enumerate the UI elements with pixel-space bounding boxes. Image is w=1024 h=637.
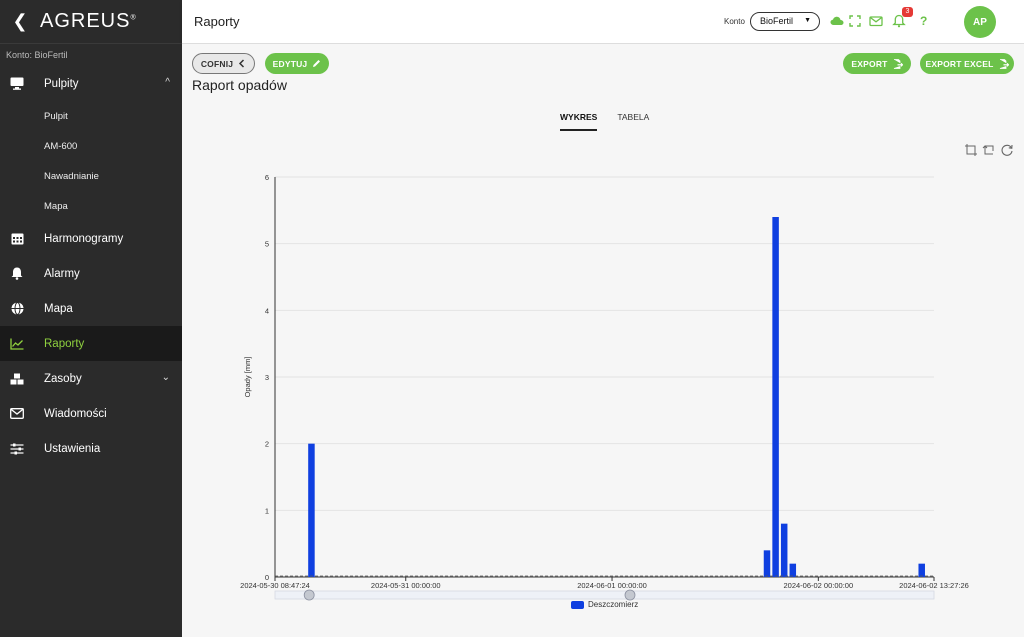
file-export-icon	[893, 58, 903, 69]
sidebar-item-label: Wiadomości	[44, 407, 107, 420]
chevron-left-icon	[239, 59, 245, 68]
collapse-sidebar-icon[interactable]: ❮	[0, 11, 40, 32]
sidebar-item-zasoby[interactable]: Zasoby ⌄	[0, 361, 182, 396]
zoom-handle-left[interactable]	[303, 589, 315, 601]
y-tick-label: 1	[265, 506, 269, 515]
sidebar-item-wiadomosci[interactable]: Wiadomości	[0, 396, 182, 431]
zoom-handle-right[interactable]	[624, 589, 636, 601]
globe-icon	[10, 302, 24, 316]
data-zoom-track	[274, 590, 935, 600]
sidebar-item-pulpity[interactable]: Pulpity ^	[0, 66, 182, 101]
sidebar-item-label: Zasoby	[44, 372, 82, 385]
sidebar-item-label: Pulpity	[44, 77, 79, 90]
sidebar-item-ustawienia[interactable]: Ustawienia	[0, 431, 182, 466]
logo: AGREUS®	[40, 10, 137, 32]
export-button-label: EXPORT	[851, 58, 888, 69]
chart-toolbox	[964, 143, 1014, 157]
sidebar: ❮ AGREUS® Konto: BioFertil Pulpity ^ Pul…	[0, 0, 182, 637]
sidebar-item-alarmy[interactable]: Alarmy	[0, 256, 182, 291]
account-select-value: BioFertil	[760, 16, 794, 26]
legend-swatch	[571, 600, 584, 609]
sidebar-item-label: Mapa	[44, 302, 73, 315]
bell-icon	[10, 267, 24, 281]
zoom-reset-icon[interactable]	[982, 143, 996, 157]
chart-bar	[763, 550, 771, 577]
sidebar-item-label: Ustawienia	[44, 442, 101, 455]
chart-bar	[918, 563, 925, 577]
view-tabs: WYKRES TABELA	[560, 110, 669, 131]
y-tick-label: 2	[265, 440, 269, 449]
chart-bar	[789, 563, 797, 577]
restore-icon[interactable]	[1000, 143, 1014, 157]
mail-icon[interactable]	[869, 14, 883, 28]
header-title: Raporty	[194, 14, 240, 29]
calendar-icon	[10, 232, 24, 246]
export-excel-button[interactable]: EXPORT EXCEL	[920, 53, 1014, 74]
y-tick-label: 6	[265, 173, 269, 182]
sidebar-item-label: Raporty	[44, 337, 85, 350]
mail-icon	[10, 407, 24, 421]
boxes-icon	[10, 372, 24, 386]
page-title: Raport opadów	[192, 77, 287, 93]
caret-down-icon: ▼	[804, 17, 811, 24]
pencil-icon	[313, 60, 321, 67]
top-header: Raporty Konto BioFertil ▼ 3 ? AP	[182, 0, 1024, 44]
sliders-icon	[10, 442, 24, 456]
x-tick-label: 2024-06-02 00:00:00	[783, 581, 853, 590]
help-icon[interactable]: ?	[920, 14, 934, 28]
y-axis-label: Opady [mm]	[243, 357, 252, 398]
account-select[interactable]: BioFertil ▼	[750, 12, 820, 31]
x-tick-label: 2024-06-01 00:00:00	[577, 581, 647, 590]
avatar[interactable]: AP	[964, 6, 996, 38]
sidebar-subitem-am600[interactable]: AM-600	[0, 131, 182, 161]
chart-legend[interactable]: Deszczomierz	[571, 600, 638, 609]
sidebar-item-raporty[interactable]: Raporty	[0, 326, 182, 361]
notification-badge: 3	[902, 7, 913, 17]
account-label: Konto: BioFertil	[6, 50, 68, 60]
monitor-icon	[10, 77, 24, 91]
tab-wykres[interactable]: WYKRES	[560, 110, 598, 131]
konto-label: Konto	[724, 17, 745, 26]
logo-bar: ❮ AGREUS®	[0, 0, 182, 44]
y-tick-label: 3	[265, 373, 269, 382]
sidebar-item-label: Harmonogramy	[44, 232, 124, 245]
y-tick-label: 4	[265, 306, 269, 315]
back-button-label: COFNIJ	[200, 58, 234, 69]
fullscreen-icon[interactable]	[848, 14, 862, 28]
chart-bar	[772, 217, 779, 577]
sidebar-item-mapa[interactable]: Mapa	[0, 291, 182, 326]
x-tick-label: 2024-05-30 08:47:24	[240, 581, 310, 590]
chevron-up-icon: ^	[165, 77, 170, 88]
export-button[interactable]: EXPORT	[843, 53, 911, 74]
main-content: COFNIJ EDYTUJ EXPORT EXPORT EXCEL Raport…	[182, 44, 1024, 637]
sidebar-subitem-mapa[interactable]: Mapa	[0, 191, 182, 221]
zoom-select-icon[interactable]	[964, 143, 978, 157]
rainfall-bar-chart: 0123456Opady [mm]2024-05-30 08:47:24 2024…	[240, 173, 969, 601]
back-button[interactable]: COFNIJ	[192, 53, 255, 74]
export-excel-button-label: EXPORT EXCEL	[925, 58, 994, 69]
chart-container: 0 1 2 3 4 5 6 Opady [mm] 2024-05-30 08:47:24 2024…	[182, 164, 1024, 614]
edit-button[interactable]: EDYTUJ	[265, 53, 329, 74]
sidebar-subitem-nawadnianie[interactable]: Nawadnianie	[0, 161, 182, 191]
sidebar-item-label: Alarmy	[44, 267, 80, 280]
tab-tabela[interactable]: TABELA	[617, 110, 649, 131]
edit-button-label: EDYTUJ	[272, 58, 308, 69]
cloud-icon[interactable]	[830, 14, 844, 28]
chart-bar	[780, 523, 788, 577]
chart-bar	[308, 443, 315, 577]
sidebar-item-harmonogramy[interactable]: Harmonogramy	[0, 221, 182, 256]
x-tick-label: 2024-06-02 13:27:26	[899, 581, 969, 590]
chart-line-icon	[10, 337, 24, 351]
legend-label: Deszczomierz	[588, 600, 639, 609]
x-tick-label: 2024-05-31 00:00:00	[371, 581, 441, 590]
sidebar-subitem-pulpit[interactable]: Pulpit	[0, 101, 182, 131]
file-export-icon	[999, 58, 1009, 69]
chevron-down-icon: ⌄	[161, 372, 170, 383]
y-tick-label: 5	[265, 240, 269, 249]
